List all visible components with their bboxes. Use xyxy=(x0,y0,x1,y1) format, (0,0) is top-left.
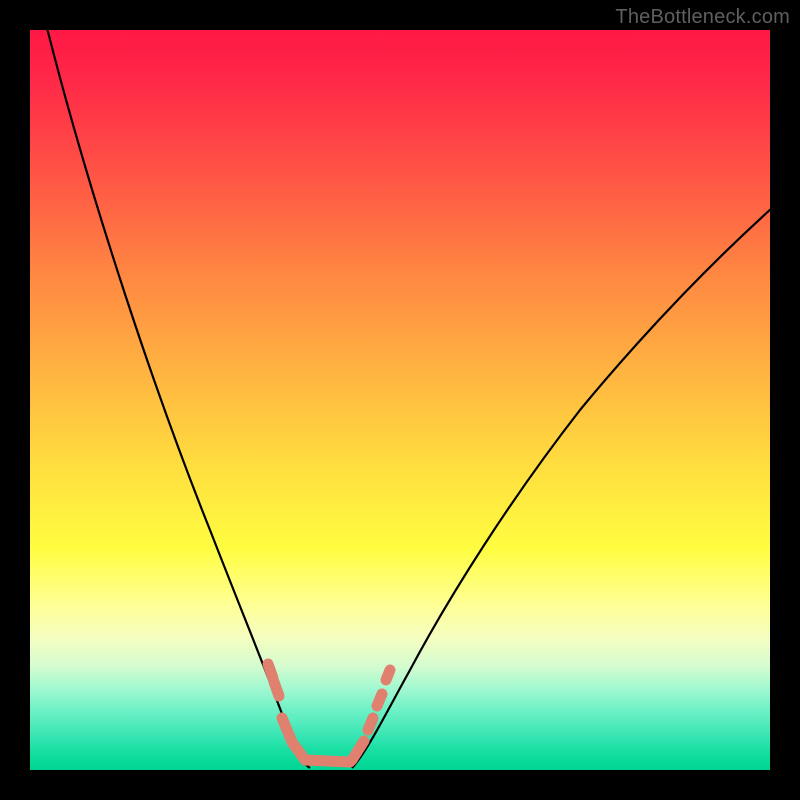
plot-area xyxy=(30,30,770,770)
chart-svg xyxy=(30,30,770,770)
curve-right-path xyxy=(352,208,770,768)
chart-frame: TheBottleneck.com xyxy=(0,0,800,800)
marker-band-group xyxy=(268,664,390,762)
curve-left-path xyxy=(45,30,310,768)
watermark-text: TheBottleneck.com xyxy=(615,6,790,29)
